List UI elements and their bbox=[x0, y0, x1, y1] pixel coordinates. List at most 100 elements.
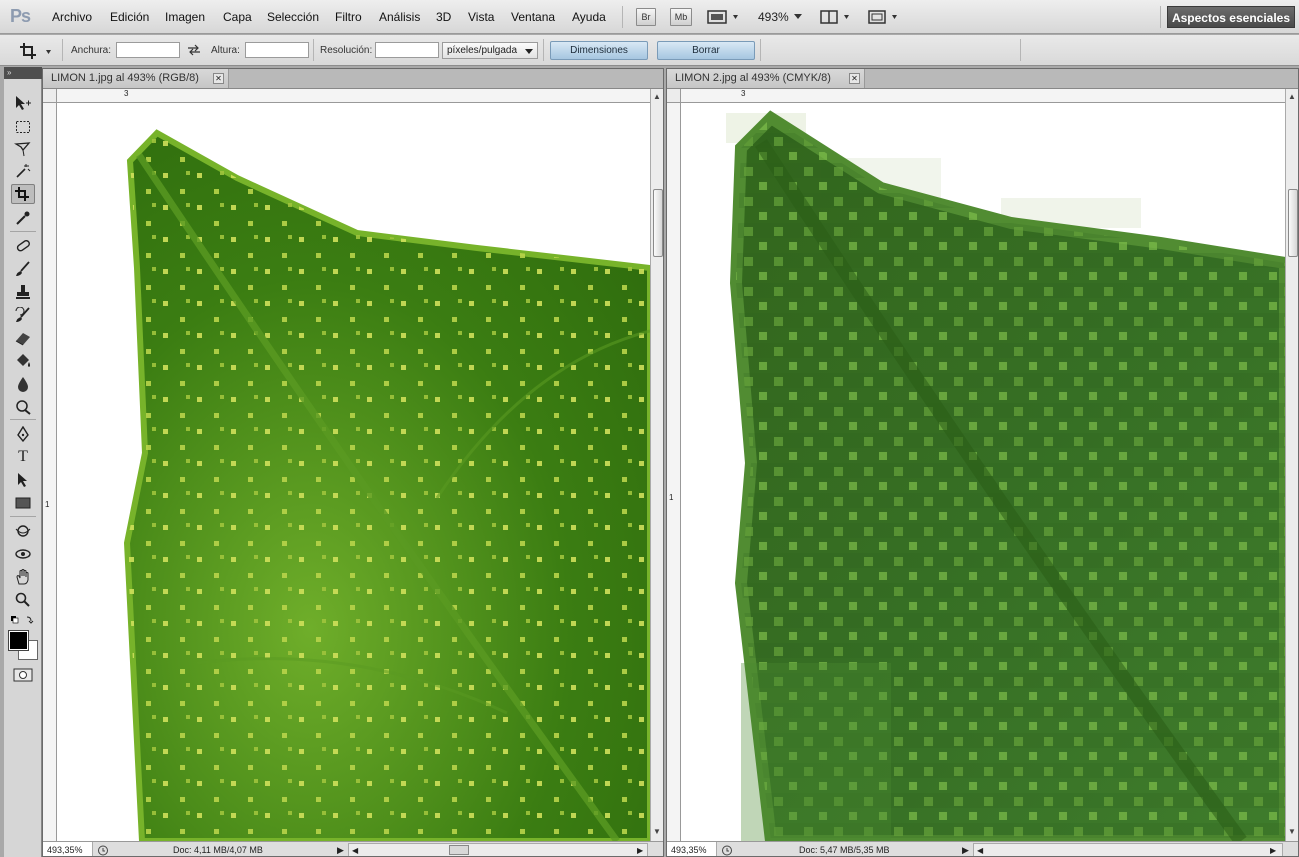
tools-panel: » T bbox=[4, 67, 42, 857]
mini-bridge-button[interactable]: Mb bbox=[670, 8, 692, 26]
ruler-origin[interactable] bbox=[667, 89, 681, 103]
film-icon bbox=[707, 10, 738, 24]
menu-vista[interactable]: Vista bbox=[468, 10, 494, 24]
quick-selection-tool[interactable] bbox=[11, 161, 35, 181]
menu-archivo[interactable]: Archivo bbox=[52, 10, 92, 24]
zoom-tool[interactable] bbox=[11, 590, 35, 610]
eyedropper-tool[interactable] bbox=[11, 208, 35, 228]
document-tab[interactable]: LIMON 2.jpg al 493% (CMYK/8) bbox=[667, 69, 865, 88]
bridge-button[interactable]: Br bbox=[636, 8, 656, 26]
zoom-level[interactable]: 493% bbox=[758, 10, 789, 24]
tool-preset-picker[interactable] bbox=[18, 41, 58, 61]
scroll-thumb[interactable] bbox=[653, 189, 663, 257]
stamp-icon bbox=[16, 285, 30, 299]
scroll-left-arrow[interactable]: ◀ bbox=[977, 843, 983, 856]
horizontal-ruler: 3 bbox=[57, 89, 650, 103]
scroll-thumb[interactable] bbox=[1288, 189, 1298, 257]
status-info-icon[interactable] bbox=[721, 845, 733, 856]
screen-mode-button[interactable] bbox=[867, 9, 903, 25]
default-colors-icon bbox=[11, 616, 34, 624]
document-size: Doc: 4,11 MB/4,07 MB bbox=[173, 845, 263, 855]
scroll-right-arrow[interactable]: ▶ bbox=[637, 843, 643, 856]
resolution-units-select[interactable]: píxeles/pulgada bbox=[442, 42, 538, 59]
leaf-image bbox=[123, 129, 650, 841]
color-swap-controls[interactable] bbox=[10, 615, 36, 627]
menu-seleccion[interactable]: Selección bbox=[267, 10, 319, 24]
zoom-field[interactable]: 493,35% bbox=[667, 842, 717, 856]
history-brush-tool[interactable] bbox=[11, 305, 35, 325]
ruler-label: 1 bbox=[669, 493, 674, 502]
scroll-left-arrow[interactable]: ◀ bbox=[352, 843, 358, 856]
path-selection-tool[interactable] bbox=[11, 470, 35, 490]
pen-tool[interactable] bbox=[11, 424, 35, 444]
resolution-field[interactable] bbox=[375, 42, 439, 58]
menu-ventana[interactable]: Ventana bbox=[511, 10, 555, 24]
brush-tool[interactable] bbox=[11, 259, 35, 279]
document-window-limon-1: LIMON 1.jpg al 493% (RGB/8) ✕ 3 1 ▲ ▼ 49… bbox=[42, 68, 664, 857]
screen-mode-icon bbox=[868, 10, 897, 24]
quick-mask-button[interactable] bbox=[13, 668, 33, 682]
3d-orbit-tool[interactable] bbox=[11, 544, 35, 564]
arrange-documents-button[interactable] bbox=[819, 9, 855, 25]
type-tool[interactable]: T bbox=[11, 447, 35, 467]
close-icon[interactable]: ✕ bbox=[849, 73, 860, 84]
marquee-tool[interactable] bbox=[11, 117, 35, 137]
menu-3d[interactable]: 3D bbox=[436, 10, 451, 24]
vertical-scrollbar[interactable]: ▲ ▼ bbox=[650, 89, 663, 841]
clone-stamp-tool[interactable] bbox=[11, 282, 35, 302]
blur-tool[interactable] bbox=[11, 374, 35, 394]
status-menu-arrow[interactable]: ▶ bbox=[962, 842, 969, 856]
scroll-right-arrow[interactable]: ▶ bbox=[1270, 843, 1276, 856]
path-selection-icon bbox=[18, 473, 27, 487]
document-tab[interactable]: LIMON 1.jpg al 493% (RGB/8) bbox=[43, 69, 229, 88]
menu-filtro[interactable]: Filtro bbox=[335, 10, 362, 24]
tools-separator bbox=[10, 516, 36, 517]
horizontal-scrollbar[interactable]: ◀ ▶ bbox=[973, 843, 1283, 856]
workspace-switcher[interactable]: Aspectos esenciales bbox=[1167, 6, 1295, 28]
panel-collapse-handle[interactable]: » bbox=[4, 67, 42, 79]
move-tool[interactable] bbox=[11, 93, 35, 113]
lasso-tool[interactable] bbox=[11, 139, 35, 159]
paint-bucket-tool[interactable] bbox=[11, 351, 35, 371]
foreground-color-swatch[interactable] bbox=[8, 630, 29, 651]
rectangle-tool[interactable] bbox=[11, 493, 35, 513]
image-canvas[interactable] bbox=[57, 103, 650, 841]
width-label: Anchura: bbox=[71, 45, 112, 56]
menu-analisis[interactable]: Análisis bbox=[379, 10, 420, 24]
scroll-up-arrow[interactable]: ▲ bbox=[1288, 92, 1296, 101]
menu-imagen[interactable]: Imagen bbox=[165, 10, 205, 24]
view-extras-button[interactable] bbox=[706, 9, 742, 25]
crop-tool[interactable] bbox=[11, 184, 35, 204]
ruler-origin[interactable] bbox=[43, 89, 57, 103]
height-field[interactable] bbox=[245, 42, 309, 58]
menu-capa[interactable]: Capa bbox=[223, 10, 252, 24]
crop-icon bbox=[20, 43, 51, 59]
scroll-up-arrow[interactable]: ▲ bbox=[653, 92, 661, 101]
spot-healing-tool[interactable] bbox=[11, 236, 35, 256]
horizontal-scrollbar[interactable]: ◀ ▶ bbox=[348, 843, 648, 856]
image-canvas[interactable] bbox=[681, 103, 1285, 841]
hand-tool[interactable] bbox=[11, 567, 35, 587]
scroll-thumb[interactable] bbox=[449, 845, 469, 855]
status-menu-arrow[interactable]: ▶ bbox=[337, 842, 344, 856]
scroll-down-arrow[interactable]: ▼ bbox=[653, 827, 661, 836]
dodge-tool[interactable] bbox=[11, 397, 35, 417]
width-field[interactable] bbox=[116, 42, 180, 58]
options-bar: Anchura: Altura: Resolución: píxeles/pul… bbox=[0, 35, 1299, 66]
swap-icon[interactable] bbox=[187, 44, 201, 56]
status-bar: 493,35% Doc: 4,11 MB/4,07 MB ▶ ◀ ▶ bbox=[43, 841, 663, 856]
menu-ayuda[interactable]: Ayuda bbox=[572, 10, 606, 24]
scroll-down-arrow[interactable]: ▼ bbox=[1288, 827, 1296, 836]
close-icon[interactable]: ✕ bbox=[213, 73, 224, 84]
status-info-icon[interactable] bbox=[97, 845, 109, 856]
zoom-icon bbox=[15, 592, 30, 607]
zoom-field[interactable]: 493,35% bbox=[43, 842, 93, 856]
vertical-scrollbar[interactable]: ▲ ▼ bbox=[1285, 89, 1298, 841]
chevron-down-icon[interactable] bbox=[793, 14, 803, 20]
menu-edicion[interactable]: Edición bbox=[110, 10, 149, 24]
3d-rotate-tool[interactable] bbox=[11, 521, 35, 541]
height-label: Altura: bbox=[211, 45, 240, 56]
dimensions-button[interactable]: Dimensiones bbox=[550, 41, 648, 60]
clear-button[interactable]: Borrar bbox=[657, 41, 755, 60]
eraser-tool[interactable] bbox=[11, 328, 35, 348]
